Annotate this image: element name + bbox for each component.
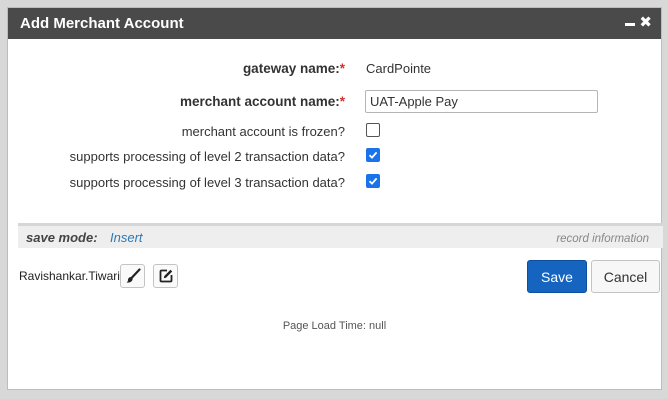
save-button[interactable]: Save [527, 260, 587, 293]
minimize-icon[interactable] [625, 13, 635, 30]
level3-row: supports processing of level 3 transacti… [8, 174, 661, 199]
level2-row: supports processing of level 2 transacti… [8, 148, 661, 173]
save-mode-label: save mode: [26, 230, 98, 245]
merchant-account-name-input[interactable] [365, 90, 598, 113]
merchant-account-name-row: merchant account name:* [8, 90, 661, 118]
frozen-row: merchant account is frozen? [8, 123, 661, 148]
edit-button[interactable] [153, 264, 178, 288]
page-load-time: Page Load Time: null [282, 320, 387, 332]
level3-checkbox[interactable] [366, 174, 380, 188]
level2-checkbox[interactable] [366, 148, 380, 162]
paintbrush-button[interactable] [120, 264, 145, 288]
checkmark-icon [368, 177, 378, 185]
dialog-title: Add Merchant Account [20, 15, 184, 32]
add-merchant-account-dialog: Add Merchant Account ✖ gateway name:* Ca… [7, 7, 663, 390]
gateway-name-row: gateway name:* CardPointe [8, 61, 661, 85]
dialog-titlebar[interactable]: Add Merchant Account ✖ [8, 8, 661, 39]
username: Ravishankar.Tiwari [19, 269, 120, 283]
close-icon[interactable]: ✖ [639, 13, 652, 31]
cancel-button[interactable]: Cancel [591, 260, 660, 293]
edit-icon [159, 269, 173, 283]
gateway-name-label: gateway name:* [243, 61, 345, 76]
gateway-name-value: CardPointe [366, 61, 432, 76]
merchant-account-name-label: merchant account name:* [180, 94, 345, 109]
frozen-checkbox[interactable] [366, 123, 380, 137]
required-marker: * [339, 61, 345, 76]
save-mode-value: Insert [110, 230, 143, 245]
merchant-account-name-label-text: merchant account name: [179, 94, 340, 109]
paintbrush-icon [126, 268, 141, 283]
frozen-label: merchant account is frozen? [181, 124, 345, 139]
save-mode-bar: save mode: Insert record information [18, 223, 663, 248]
level2-label: supports processing of level 2 transacti… [69, 149, 345, 164]
gateway-name-label-text: gateway name: [242, 61, 340, 76]
record-information-link[interactable]: record information [556, 233, 649, 245]
required-marker: * [339, 94, 345, 109]
checkmark-icon [368, 151, 378, 159]
level3-label: supports processing of level 3 transacti… [69, 175, 345, 190]
